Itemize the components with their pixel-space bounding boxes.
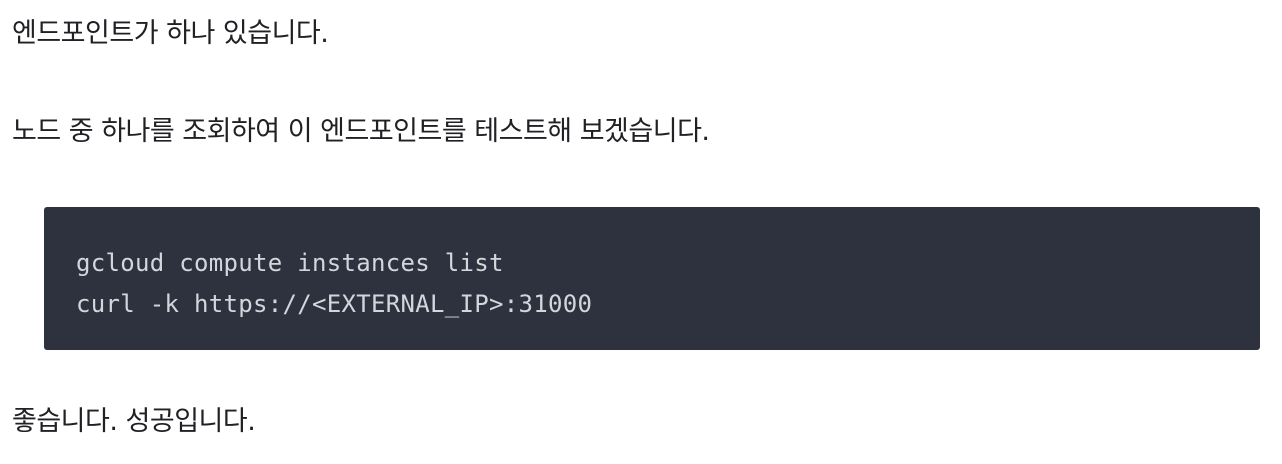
code-line-gcloud: gcloud compute instances list (76, 249, 504, 277)
paragraph-success: 좋습니다. 성공입니다. (12, 406, 256, 437)
paragraph-endpoint-exists: 엔드포인트가 하나 있습니다. (12, 18, 329, 49)
code-block: gcloud compute instances list curl -k ht… (44, 207, 1260, 350)
code-line-curl: curl -k https://<EXTERNAL_IP>:31000 (76, 290, 593, 318)
paragraph-test-endpoint: 노드 중 하나를 조회하여 이 엔드포인트를 테스트해 보겠습니다. (12, 116, 710, 147)
